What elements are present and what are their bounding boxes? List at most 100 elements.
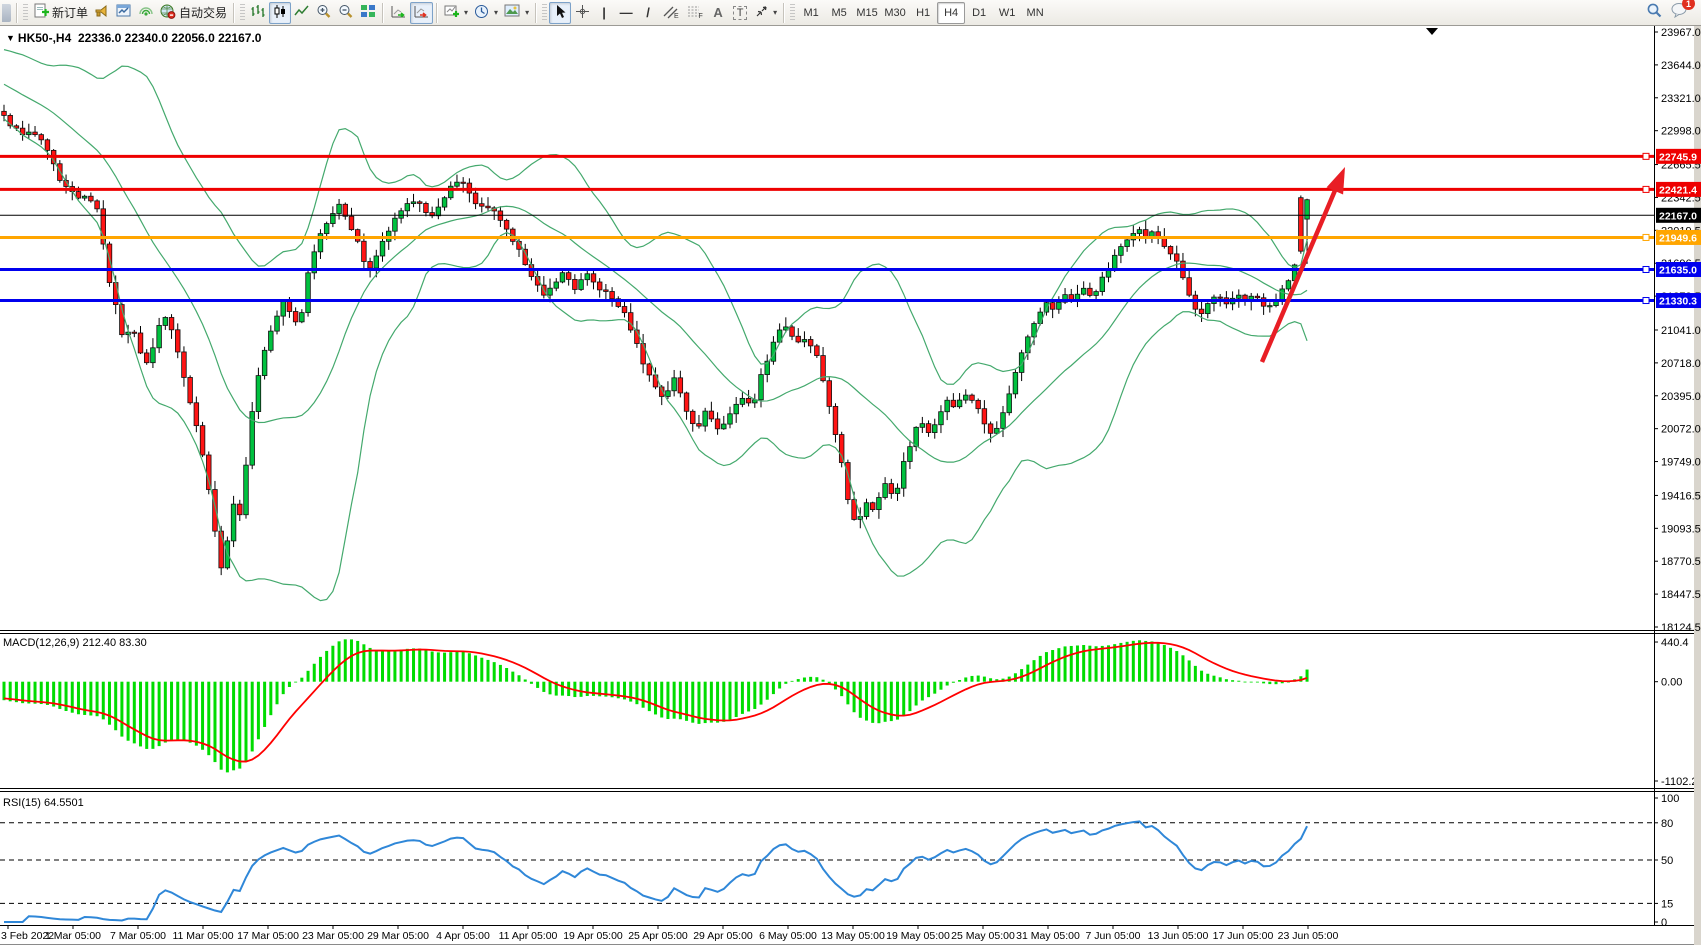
text-label-tool-button[interactable]: T — [729, 2, 751, 24]
signals-button[interactable] — [135, 2, 157, 24]
candlestick — [995, 428, 1000, 433]
timeframe-button-m30[interactable]: M30 — [881, 2, 909, 24]
collapse-triangle-icon[interactable]: ▼ — [6, 33, 15, 43]
symbol-ohlc-text: HK50-,H4 22336.0 22340.0 22056.0 22167.0 — [18, 31, 262, 45]
candlestick — [560, 273, 565, 282]
timeframe-button-w1[interactable]: W1 — [993, 2, 1021, 24]
candlestick — [411, 202, 416, 204]
text-tool-button[interactable]: A — [707, 2, 729, 24]
macd-histogram-bar — [747, 682, 750, 712]
candlestick — [262, 350, 267, 375]
chart-shift-button[interactable] — [410, 2, 433, 24]
candlestick — [1119, 247, 1124, 256]
candlestick — [597, 282, 602, 290]
level-handle[interactable] — [1643, 186, 1649, 192]
macd-histogram-bar — [1101, 646, 1104, 682]
market-watch-button[interactable] — [113, 2, 135, 24]
candlestick-mode-button[interactable] — [269, 2, 291, 24]
candlestick — [1268, 306, 1273, 307]
candlestick — [963, 395, 968, 400]
zoom-out-button[interactable] — [335, 2, 357, 24]
macd-histogram-bar — [418, 649, 421, 682]
vertical-line-tool-button[interactable]: | — [593, 2, 615, 24]
svg-text:F: F — [699, 13, 703, 19]
timeframe-button-mn[interactable]: MN — [1021, 2, 1049, 24]
alerts-button[interactable] — [91, 2, 113, 24]
horizontal-line-tool-button[interactable]: — — [615, 2, 637, 24]
candlestick — [368, 262, 373, 269]
fibonacci-tool-button[interactable]: F — [683, 2, 707, 24]
level-handle[interactable] — [1643, 266, 1649, 272]
candlestick — [2, 111, 7, 115]
candlestick — [982, 409, 987, 424]
macd-histogram-bar — [921, 682, 924, 701]
price-axis-label: 23321.0 — [1661, 93, 1701, 105]
candlestick — [293, 311, 298, 321]
macd-histogram-bar — [443, 653, 446, 682]
equidistant-channel-icon: E — [662, 4, 680, 22]
macd-histogram-bar — [294, 682, 297, 683]
price-axis-label: 21041.0 — [1661, 325, 1701, 337]
candlestick — [132, 332, 137, 333]
timeframe-button-m1[interactable]: M1 — [797, 2, 825, 24]
channel-tool-button[interactable]: E — [659, 2, 683, 24]
chart-canvas[interactable]: 440.40.00-1102.21100805015023967.023644.… — [0, 26, 1701, 945]
chart-shift-marker-icon[interactable] — [1426, 28, 1438, 35]
price-axis-label: 20718.0 — [1661, 358, 1701, 370]
timeframe-button-h1[interactable]: H1 — [909, 2, 937, 24]
macd-histogram-bar — [393, 650, 396, 681]
macd-histogram-bar — [276, 682, 279, 705]
templates-button[interactable]: ▾ — [501, 2, 532, 24]
line-chart-mode-button[interactable] — [291, 2, 313, 24]
timeframe-button-m5[interactable]: M5 — [825, 2, 853, 24]
new-chart-button[interactable]: ▾ — [441, 2, 471, 24]
timeframe-button-d1[interactable]: D1 — [965, 2, 993, 24]
candlestick — [839, 435, 844, 463]
macd-histogram-bar — [1231, 680, 1234, 682]
arrows-tool-button[interactable]: ▾ — [751, 2, 780, 24]
periods-button[interactable]: ▾ — [471, 2, 501, 24]
crosshair-tool-button[interactable] — [571, 2, 593, 24]
chat-button[interactable]: 1 — [1671, 2, 1689, 23]
trendline-tool-button[interactable]: / — [637, 2, 659, 24]
timeframe-button-h4[interactable]: H4 — [937, 2, 965, 24]
macd-histogram-bar — [778, 682, 781, 689]
candlestick — [585, 274, 590, 280]
candlestick — [1094, 292, 1099, 296]
candlestick — [82, 196, 87, 198]
time-axis-label: 7 Mar 05:00 — [110, 930, 166, 942]
macd-histogram-bar — [728, 682, 731, 720]
macd-histogram-bar — [846, 682, 849, 705]
search-icon[interactable] — [1646, 2, 1663, 24]
candlestick — [815, 346, 820, 356]
timeframe-button-m15[interactable]: M15 — [853, 2, 881, 24]
level-handle[interactable] — [1643, 298, 1649, 304]
candlestick — [144, 353, 149, 363]
toolbar-separator — [233, 3, 235, 23]
macd-histogram-bar — [1200, 671, 1203, 682]
macd-histogram-bar — [1107, 645, 1110, 681]
macd-histogram-bar — [952, 682, 955, 683]
macd-histogram-bar — [964, 677, 967, 681]
macd-histogram-bar — [629, 682, 632, 702]
macd-histogram-bar — [853, 682, 856, 713]
candlestick — [306, 273, 311, 313]
zoom-in-button[interactable] — [313, 2, 335, 24]
level-handle[interactable] — [1643, 234, 1649, 240]
candlestick — [157, 325, 162, 347]
candlestick — [833, 406, 838, 434]
level-price-badge-text: 21330.3 — [1659, 296, 1697, 308]
cursor-tool-button[interactable] — [549, 2, 571, 24]
candlestick — [1050, 303, 1055, 310]
new-order-button[interactable]: 新订单 — [30, 2, 91, 24]
bar-chart-mode-button[interactable] — [247, 2, 269, 24]
candlestick — [703, 411, 708, 426]
tile-windows-button[interactable] — [357, 2, 379, 24]
autoscroll-button[interactable] — [387, 2, 410, 24]
autotrade-button[interactable]: 自动交易 — [157, 2, 230, 24]
candlestick — [1001, 413, 1006, 429]
macd-histogram-bar — [1212, 676, 1215, 682]
time-axis-label: 17 Mar 05:00 — [237, 930, 299, 942]
candlestick — [796, 336, 801, 342]
level-handle[interactable] — [1643, 153, 1649, 159]
